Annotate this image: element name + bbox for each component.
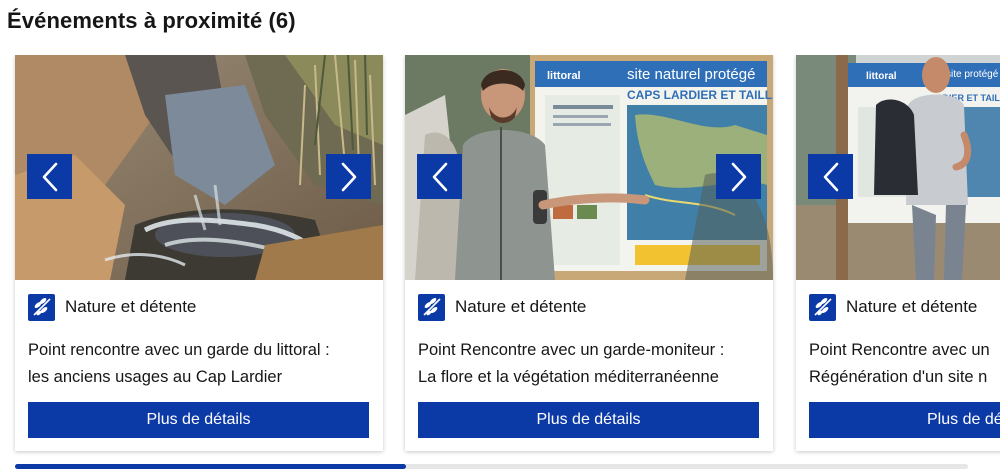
category-label: Nature et détente: [846, 297, 978, 316]
category-label: Nature et détente: [65, 297, 197, 316]
event-title: Point Rencontre avec un Régénération d'u…: [809, 341, 990, 386]
category-label: Nature et détente: [455, 297, 587, 316]
section-title: Événements à proximité (6): [7, 8, 296, 33]
event-category: Nature et détente: [809, 293, 977, 321]
details-button[interactable]: Plus de détails: [28, 402, 369, 438]
carousel-next-button[interactable]: [716, 154, 761, 199]
details-button[interactable]: Plus de dé: [809, 402, 1000, 438]
carousel-scroll-thumb[interactable]: [15, 464, 406, 469]
svg-text:site protégé: site protégé: [946, 69, 999, 80]
svg-text:site naturel protégé: site naturel protégé: [627, 66, 755, 83]
event-card: Nature et détente Point rencontre avec u…: [15, 55, 383, 451]
carousel-scrollbar[interactable]: [15, 464, 968, 469]
carousel-prev-button[interactable]: [808, 154, 853, 199]
chevron-left-icon: [823, 162, 838, 191]
event-card: littoral site protégé RDIER ET TAILLAT N…: [796, 55, 1000, 451]
leaf-branch-icon: [809, 293, 836, 321]
event-title: Point rencontre avec un garde du littora…: [28, 341, 330, 386]
leaf-branch-icon: [28, 293, 55, 321]
details-button[interactable]: Plus de détails: [418, 402, 759, 438]
svg-text:CAPS LARDIER ET TAILLAT: CAPS LARDIER ET TAILLAT: [627, 88, 773, 102]
event-category: Nature et détente: [28, 293, 196, 321]
events-carousel: Nature et détente Point rencontre avec u…: [0, 55, 1000, 460]
chevron-left-icon: [42, 162, 57, 191]
carousel-prev-button[interactable]: [27, 154, 72, 199]
leaf-branch-icon: [418, 293, 445, 321]
carousel-prev-button[interactable]: [417, 154, 462, 199]
svg-text:littoral: littoral: [547, 70, 581, 82]
chevron-right-icon: [731, 162, 746, 191]
chevron-left-icon: [432, 162, 447, 191]
event-card: littoral site naturel protégé CAPS LARDI…: [405, 55, 773, 451]
event-category: Nature et détente: [418, 293, 586, 321]
event-title: Point Rencontre avec un garde-moniteur :…: [418, 341, 725, 386]
chevron-right-icon: [341, 162, 356, 191]
svg-text:littoral: littoral: [866, 71, 897, 82]
carousel-next-button[interactable]: [326, 154, 371, 199]
